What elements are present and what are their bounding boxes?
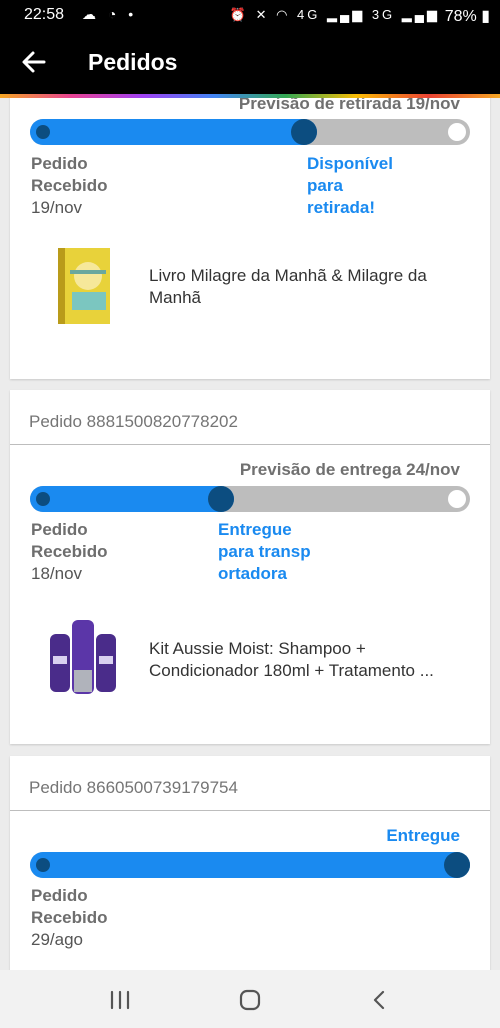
progress-current-dot	[444, 852, 470, 878]
recent-apps-icon[interactable]	[105, 988, 135, 1012]
step-received-label: Pedido Recebido	[31, 154, 108, 195]
progress-track	[30, 486, 470, 512]
progress-current-dot	[290, 119, 317, 145]
step-received: Pedido Recebido 19/nov	[31, 153, 151, 219]
progress-fill	[30, 486, 235, 512]
step-received-date: 18/nov	[31, 564, 83, 583]
progress-track	[30, 119, 470, 145]
order-header: Pedido 8660500739179754	[10, 756, 490, 811]
progress-current-dot	[208, 486, 235, 512]
progress-track	[30, 852, 470, 878]
status-bar: 22:58 ☁ ◔ • ⏰ ✕ ◠ 4G ▂▄▆ 3G ▂▄▆ 78% ▮	[0, 0, 500, 32]
progress-start-dot	[36, 858, 50, 872]
progress-end-dot	[448, 490, 466, 508]
step-received-date: 29/ago	[31, 930, 83, 949]
home-icon[interactable]	[235, 988, 265, 1012]
progress-fill	[30, 852, 470, 878]
step-received: Pedido Recebido 18/nov	[31, 519, 151, 585]
step-received: Pedido Recebido 29/ago	[31, 885, 151, 951]
system-icons: ⏰ ✕ ◠ 4G ▂▄▆ 3G ▂▄▆	[229, 7, 440, 22]
progress-start-dot	[36, 125, 50, 139]
system-nav-bar	[0, 970, 500, 1028]
back-icon[interactable]	[365, 988, 395, 1012]
step-received-label: Pedido Recebido	[31, 520, 108, 561]
status-time: 22:58	[24, 6, 65, 23]
battery-icon: 78% ▮	[444, 8, 490, 25]
order-id: Pedido 8660500739179754	[29, 778, 238, 797]
order-card[interactable]: Pedido 8881500820778202 Previsão de entr…	[10, 390, 490, 744]
arrow-left-icon[interactable]	[20, 48, 48, 76]
estimate-date: Previsão de entrega 24/nov	[239, 460, 460, 479]
product-name[interactable]: Kit Aussie Moist: Shampoo + Condicionado…	[149, 638, 469, 682]
step-received-date: 19/nov	[31, 198, 83, 217]
order-header: Pedido 8881500820778202	[10, 390, 490, 445]
step-received-label: Pedido Recebido	[31, 886, 108, 927]
current-status: Entregue para transp ortadora	[218, 520, 311, 583]
battery-level: 78%	[444, 8, 477, 25]
app-bar: Pedidos	[0, 32, 500, 94]
current-status: Disponível para retirada!	[307, 154, 393, 217]
progress-end-dot	[448, 123, 466, 141]
order-card[interactable]: Previsão de retirada 19/nov Pedido Receb…	[10, 98, 490, 379]
delivered-status: Entregue	[386, 826, 460, 845]
page-title: Pedidos	[88, 49, 178, 75]
notification-icons: ☁ ◔ •	[82, 6, 138, 22]
product-name[interactable]: Livro Milagre da Manhã & Milagre da Manh…	[149, 265, 469, 309]
progress-start-dot	[36, 492, 50, 506]
order-id: Pedido 8881500820778202	[29, 412, 238, 431]
estimate-date: Previsão de retirada 19/nov	[238, 98, 460, 113]
order-card[interactable]: Pedido 8660500739179754 Entregue Pedido …	[10, 756, 490, 970]
book-cover-image[interactable]	[56, 246, 112, 326]
progress-fill	[30, 119, 317, 145]
product-bottles-image[interactable]	[48, 616, 118, 696]
orders-list[interactable]: Previsão de retirada 19/nov Pedido Receb…	[0, 98, 500, 970]
